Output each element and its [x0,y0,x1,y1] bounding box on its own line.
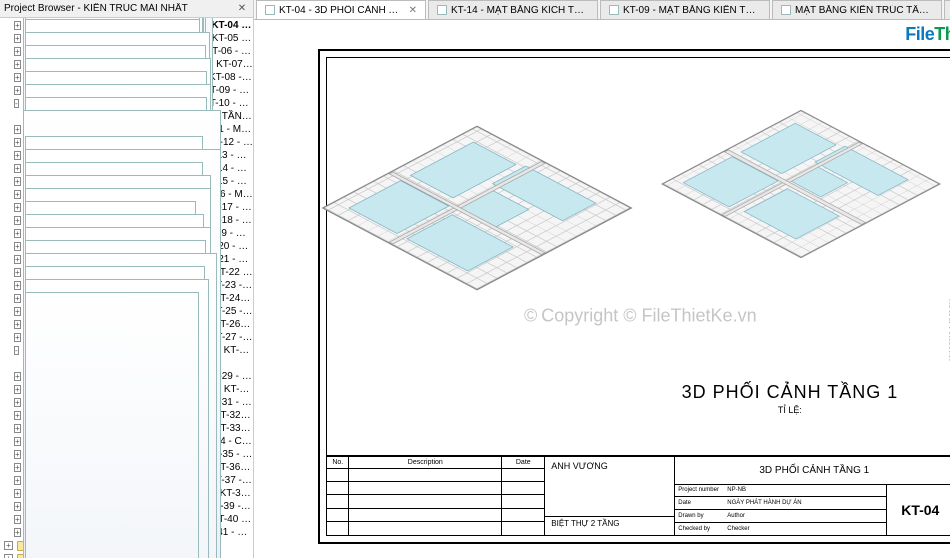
close-icon[interactable]: ✕ [235,3,249,14]
iso-view-left [327,88,627,328]
expand-icon[interactable]: + [14,502,21,511]
expand-icon[interactable]: + [14,203,21,212]
sheet-icon [25,292,199,558]
close-tab-icon[interactable]: ✕ [409,5,417,16]
project-browser-title: Project Browser - KIẾN TRÚC MÁI NHẤT [4,3,235,14]
sheet-name: 3D PHỐI CẢNH TẦNG 1 [675,457,950,485]
client-block: ANH VƯƠNG BIỆT THỰ 2 TẦNG [545,457,675,535]
collapse-icon[interactable]: - [14,346,19,355]
expand-icon[interactable]: + [14,320,21,329]
expand-icon[interactable]: + [14,151,21,160]
tab-label: KT-14 - MẶT BẰNG KÍCH THƯỚC T... [451,5,589,16]
tree-item-label: KT-30 - MẶT CẮT 2-2 [224,383,253,396]
expand-icon[interactable]: + [14,268,21,277]
meta-key: Drawn by [678,513,724,519]
tree-item-label: KT-08 - 3D PHỐI CẢNH HỆ XÀ GỒ [209,71,253,84]
viewport-3d: 3D PHỐI CẢNH TẦNG 1 TỈ LỆ: [337,68,943,415]
expand-icon[interactable]: + [14,216,21,225]
sheet-border: 3D PHỐI CẢNH TẦNG 1 TỈ LỆ: No. Descripti… [318,49,950,544]
expand-icon[interactable]: + [14,177,21,186]
meta-key: Date [678,500,724,506]
document-tab[interactable]: KT-10 - MẶ [944,0,950,19]
document-tab[interactable]: MẶT BẰNG KIẾN TRÚC TẦNG 2 [772,0,942,19]
sheet-icon [609,5,619,15]
sheet-icon [265,5,275,15]
expand-icon[interactable]: + [4,541,13,550]
expand-icon[interactable]: + [14,34,21,43]
iso-view-right [666,76,936,292]
expand-icon[interactable]: + [14,411,21,420]
expand-icon[interactable]: + [14,307,21,316]
tab-label: KT-04 - 3D PHỐI CẢNH TẦNG 1 [279,5,403,16]
document-tab[interactable]: KT-14 - MẶT BẰNG KÍCH THƯỚC T... [428,0,598,19]
meta-key: Project number [678,487,724,493]
expand-icon[interactable]: + [14,463,21,472]
project-browser-panel: Project Browser - KIẾN TRÚC MÁI NHẤT ✕ +… [0,0,254,558]
sheet-meta: Project numberNP-NB DateNGÀY PHÁT HÀNH DỰ… [675,485,887,535]
expand-icon[interactable]: + [14,21,21,30]
meta-val: NP-NB [727,487,746,493]
project-browser-header: Project Browser - KIẾN TRÚC MÁI NHẤT ✕ [0,0,253,18]
revision-schedule: No. Description Date [327,457,545,535]
expand-icon[interactable]: + [14,229,21,238]
sheet-icon [781,5,791,15]
meta-val: Checker [727,526,749,532]
expand-icon[interactable]: + [14,86,21,95]
expand-icon[interactable]: + [14,372,21,381]
view-title: 3D PHỐI CẢNH TẦNG 1 TỈ LỆ: [682,382,899,415]
tree-item-label: KT-04 - 3D PHỐI CẢNH TẦNG 1 [211,19,253,32]
tab-label: KT-09 - MẶT BẰNG KIẾN TRÚC TẦ... [623,5,761,16]
document-tab[interactable]: KT-04 - 3D PHỐI CẢNH TẦNG 1 ✕ [256,0,426,19]
tree-item-label: KT-28 - MẶT CẮT 1-1 [224,344,253,357]
logo: FileThiếtKế.vn [905,24,950,45]
expand-icon[interactable]: + [14,424,21,433]
tab-label: MẶT BẰNG KIẾN TRÚC TẦNG 2 [795,5,933,16]
meta-val: Author [727,513,745,519]
expand-icon[interactable]: + [14,125,21,134]
expand-icon[interactable]: + [14,450,21,459]
expand-icon[interactable]: + [14,47,21,56]
expand-icon[interactable]: + [14,138,21,147]
expand-icon[interactable]: + [14,333,21,342]
expand-icon[interactable]: + [14,398,21,407]
expand-icon[interactable]: + [14,489,21,498]
meta-val: NGÀY PHÁT HÀNH DỰ ÁN [727,500,801,506]
tree-item-label: KT-38 - THỐNG KÊ CỬA [220,487,253,500]
drawing-canvas[interactable]: FileThiếtKế.vn [254,20,950,558]
tree-item-label: KT-07 - 3D PHỐI CẢNH MÁI [216,58,253,71]
expand-icon[interactable]: + [14,385,21,394]
expand-icon[interactable]: + [14,242,21,251]
meta-key: Checked by [678,526,724,532]
document-tabs: KT-04 - 3D PHỐI CẢNH TẦNG 1 ✕ KT-14 - MẶT … [254,0,950,20]
project-browser-tree[interactable]: + KT-04 - 3D PHỐI CẢNH TẦNG 1 + KT-05 - 3D … [0,18,253,558]
expand-icon[interactable]: + [14,476,21,485]
expand-icon[interactable]: + [14,294,21,303]
expand-icon[interactable]: + [14,528,21,537]
tree-item-label: KT-05 - 3D PHỐI CẢNH TẦNG 2 [212,32,253,45]
expand-icon[interactable]: + [14,164,21,173]
title-block: No. Description Date ANH [327,455,950,535]
expand-icon[interactable]: + [14,281,21,290]
expand-icon[interactable]: + [14,515,21,524]
collapse-icon[interactable]: - [14,99,19,108]
document-tab[interactable]: KT-09 - MẶT BẰNG KIẾN TRÚC TẦ... [600,0,770,19]
sheet-number: KT-04 [887,485,950,535]
expand-icon[interactable]: + [14,60,21,69]
expand-icon[interactable]: + [4,554,13,558]
expand-icon[interactable]: + [14,437,21,446]
expand-icon[interactable]: + [14,190,21,199]
expand-icon[interactable]: + [14,73,21,82]
expand-icon[interactable]: + [14,255,21,264]
main-area: KT-04 - 3D PHỐI CẢNH TẦNG 1 ✕ KT-14 - MẶT … [254,0,950,558]
sheet-icon [437,5,447,15]
